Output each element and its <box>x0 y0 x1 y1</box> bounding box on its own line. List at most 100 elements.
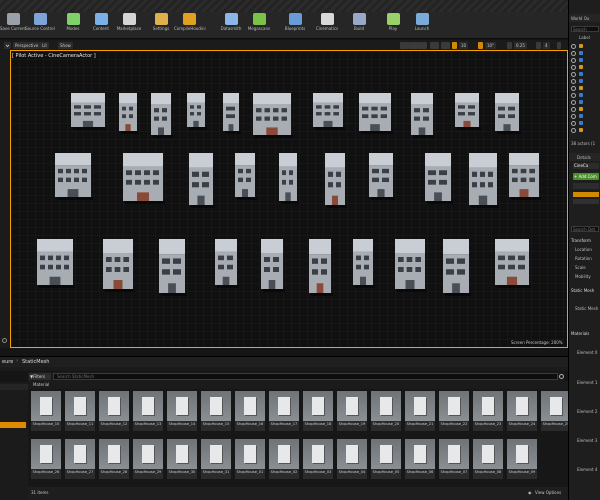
datasmith-button[interactable]: Datasmith <box>216 13 246 38</box>
asset-tile[interactable]: ShopHouse_09 <box>507 439 537 479</box>
viewport-menu-icon[interactable] <box>4 41 11 49</box>
surface-snap-icon[interactable] <box>441 41 450 49</box>
visibility-eye-icon[interactable] <box>571 100 576 105</box>
asset-tile[interactable]: ShopHouse_05 <box>371 439 401 479</box>
building-model[interactable] <box>509 153 541 200</box>
asset-tile[interactable]: ShopHouse_19 <box>337 391 367 431</box>
search-input[interactable]: Search StaticMesh <box>53 373 558 380</box>
asset-tile[interactable]: ShopHouse_29 <box>133 439 163 479</box>
static-mesh-section[interactable]: Static Mesh <box>571 288 594 293</box>
outliner-search-input[interactable]: Search <box>571 26 599 32</box>
outliner-label-column[interactable]: Label <box>579 35 590 40</box>
world-local-icon[interactable] <box>430 41 439 49</box>
visibility-eye-icon[interactable] <box>571 65 576 70</box>
asset-tile[interactable]: ShopHouse_12 <box>99 391 129 431</box>
lit-button[interactable]: Lit <box>40 41 49 49</box>
building-model[interactable] <box>103 239 135 292</box>
outliner-row[interactable] <box>571 72 599 77</box>
outliner-row[interactable] <box>571 65 599 70</box>
scale-snap-value[interactable]: 0.25 <box>514 41 527 49</box>
grid-snap-icon[interactable] <box>452 41 457 49</box>
building-model[interactable] <box>253 93 293 138</box>
content-button[interactable]: Content <box>86 13 116 38</box>
visibility-eye-icon[interactable] <box>571 86 576 91</box>
asset-tile[interactable]: ShopHouse_28 <box>99 439 129 479</box>
grid-snap-value[interactable]: 10 <box>459 41 469 49</box>
scale-tool-icon[interactable] <box>418 41 427 49</box>
asset-tile[interactable]: ShopHouse_03 <box>303 439 333 479</box>
visibility-eye-icon[interactable] <box>571 44 576 49</box>
compilehoudini-button[interactable]: CompileHoudini <box>174 13 206 38</box>
level-viewport[interactable] <box>10 50 568 348</box>
building-model[interactable] <box>119 93 139 134</box>
outliner-row[interactable] <box>571 86 599 91</box>
asset-tile[interactable]: ShopHouse_23 <box>473 391 503 431</box>
search-icon[interactable] <box>559 374 564 379</box>
details-tab[interactable]: Details <box>569 153 600 161</box>
add-component-button[interactable]: + Add Com <box>573 173 599 180</box>
details-search-input[interactable]: Search Det <box>571 226 599 232</box>
building-model[interactable] <box>443 239 471 296</box>
outliner-row[interactable] <box>571 121 599 126</box>
visibility-eye-icon[interactable] <box>571 58 576 63</box>
selected-folder[interactable] <box>0 422 26 428</box>
building-model[interactable] <box>123 153 165 204</box>
asset-tile[interactable]: ShopHouse_01 <box>235 439 265 479</box>
sources-row[interactable] <box>0 384 28 390</box>
materials-section[interactable]: Materials <box>571 331 589 336</box>
visibility-eye-icon[interactable] <box>571 121 576 126</box>
megascans-button[interactable]: Megascans <box>244 13 274 38</box>
outliner-row[interactable] <box>571 100 599 105</box>
rotation-snap-icon[interactable] <box>478 41 483 49</box>
asset-tile[interactable]: ShopHouse_13 <box>133 391 163 431</box>
scale-snap-icon[interactable] <box>507 41 512 49</box>
selected-actor-name[interactable]: CineCa <box>573 163 599 169</box>
building-model[interactable] <box>495 93 521 134</box>
visibility-eye-icon[interactable] <box>571 128 576 133</box>
building-model[interactable] <box>325 153 347 208</box>
component-root-row[interactable] <box>573 192 599 197</box>
build-button[interactable]: Build <box>344 13 374 38</box>
asset-tile[interactable]: ShopHouse_08 <box>473 439 503 479</box>
show-button[interactable]: Show <box>58 41 73 49</box>
asset-tile[interactable]: ShopHouse_14 <box>167 391 197 431</box>
building-model[interactable] <box>223 93 241 134</box>
building-model[interactable] <box>495 239 531 288</box>
launch-button[interactable]: Launch <box>407 13 437 38</box>
visibility-eye-icon[interactable] <box>571 79 576 84</box>
outliner-row[interactable] <box>571 51 599 56</box>
asset-tile[interactable]: ShopHouse_27 <box>65 439 95 479</box>
maximize-viewport-icon[interactable] <box>557 41 561 49</box>
asset-tile[interactable]: ShopHouse_02 <box>269 439 299 479</box>
outliner-row[interactable] <box>571 114 599 119</box>
breadcrumb-root[interactable]: eure <box>2 359 13 365</box>
camera-speed-value[interactable]: 4 <box>543 41 550 49</box>
outliner-row[interactable] <box>571 128 599 133</box>
asset-tile[interactable]: ShopHouse_07 <box>439 439 469 479</box>
asset-tile[interactable]: ShopHouse_22 <box>439 391 469 431</box>
play-button[interactable]: Play <box>378 13 408 38</box>
asset-tile[interactable]: ShopHouse_15 <box>201 391 231 431</box>
modes-button[interactable]: Modes <box>58 13 88 38</box>
translate-tool-icon[interactable] <box>400 41 409 49</box>
view-options-button[interactable]: View Options <box>535 490 561 495</box>
building-model[interactable] <box>151 93 173 138</box>
building-model[interactable] <box>309 239 333 296</box>
perspective-button[interactable]: Perspective <box>13 41 41 49</box>
marketplace-button[interactable]: Marketplace <box>114 13 144 38</box>
asset-tile[interactable]: ShopHouse_26 <box>31 439 61 479</box>
visibility-eye-icon[interactable] <box>571 114 576 119</box>
rotation-snap-value[interactable]: 10° <box>485 41 497 49</box>
building-model[interactable] <box>71 93 107 130</box>
asset-tile[interactable]: ShopHouse_31 <box>201 439 231 479</box>
building-model[interactable] <box>187 93 207 130</box>
filters-button[interactable]: ▼Filters <box>29 373 51 380</box>
component-child-row[interactable] <box>573 199 599 204</box>
asset-tile[interactable]: ShopHouse_18 <box>303 391 333 431</box>
asset-tile[interactable]: ShopHouse_25 <box>541 391 571 431</box>
rotate-tool-icon[interactable] <box>409 41 418 49</box>
save-current-button[interactable]: Save Current <box>0 13 28 38</box>
building-model[interactable] <box>369 153 395 200</box>
outliner-row[interactable] <box>571 107 599 112</box>
building-model[interactable] <box>261 239 285 292</box>
